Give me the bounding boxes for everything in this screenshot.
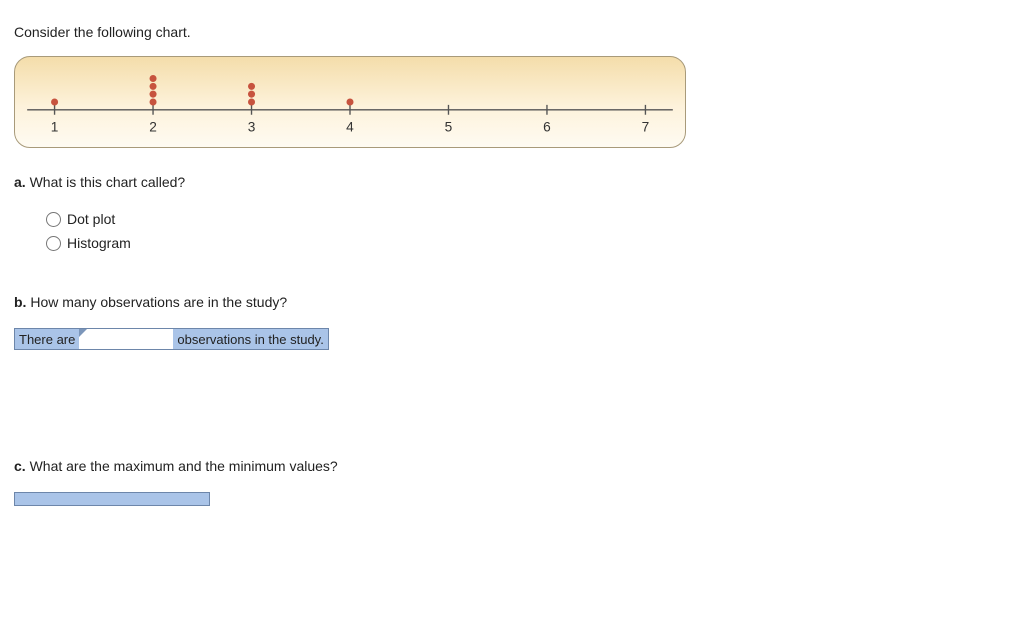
dot-plot-chart: 1 2 3 4 5 6 7 [14,56,686,148]
question-c-answer-strip[interactable] [14,492,210,506]
option-histogram-label: Histogram [67,235,131,251]
question-c-label: c. What are the maximum and the minimum … [14,458,1010,474]
question-b-text: How many observations are in the study? [26,294,287,310]
radio-histogram[interactable] [46,236,61,251]
question-c-text: What are the maximum and the minimum val… [26,458,338,474]
prompt-text: Consider the following chart. [14,24,1010,40]
question-a-prefix: a. [14,174,26,190]
svg-text:2: 2 [149,119,157,134]
svg-text:7: 7 [642,119,650,134]
fill-after-text: observations in the study. [173,328,328,350]
question-b-prefix: b. [14,294,26,310]
question-a-options: Dot plot Histogram [46,208,1010,254]
svg-text:3: 3 [248,119,256,134]
svg-text:4: 4 [346,119,354,134]
svg-text:5: 5 [445,119,453,134]
option-dot-plot[interactable]: Dot plot [46,208,1010,230]
option-histogram[interactable]: Histogram [46,232,1010,254]
question-a-text: What is this chart called? [26,174,186,190]
fill-input-wrap[interactable] [79,328,173,350]
question-a-label: a. What is this chart called? [14,174,1010,190]
fill-before-text: There are [14,328,79,350]
radio-dot-plot[interactable] [46,212,61,227]
option-dot-plot-label: Dot plot [67,211,115,227]
question-b-fill: There are observations in the study. [14,328,1010,350]
question-c-prefix: c. [14,458,26,474]
dot-plot-svg: 1 2 3 4 5 6 7 [15,57,685,147]
svg-text:1: 1 [51,119,59,134]
svg-text:6: 6 [543,119,551,134]
observations-input[interactable] [79,329,173,349]
question-b-label: b. How many observations are in the stud… [14,294,1010,310]
input-corner-icon [79,329,87,337]
